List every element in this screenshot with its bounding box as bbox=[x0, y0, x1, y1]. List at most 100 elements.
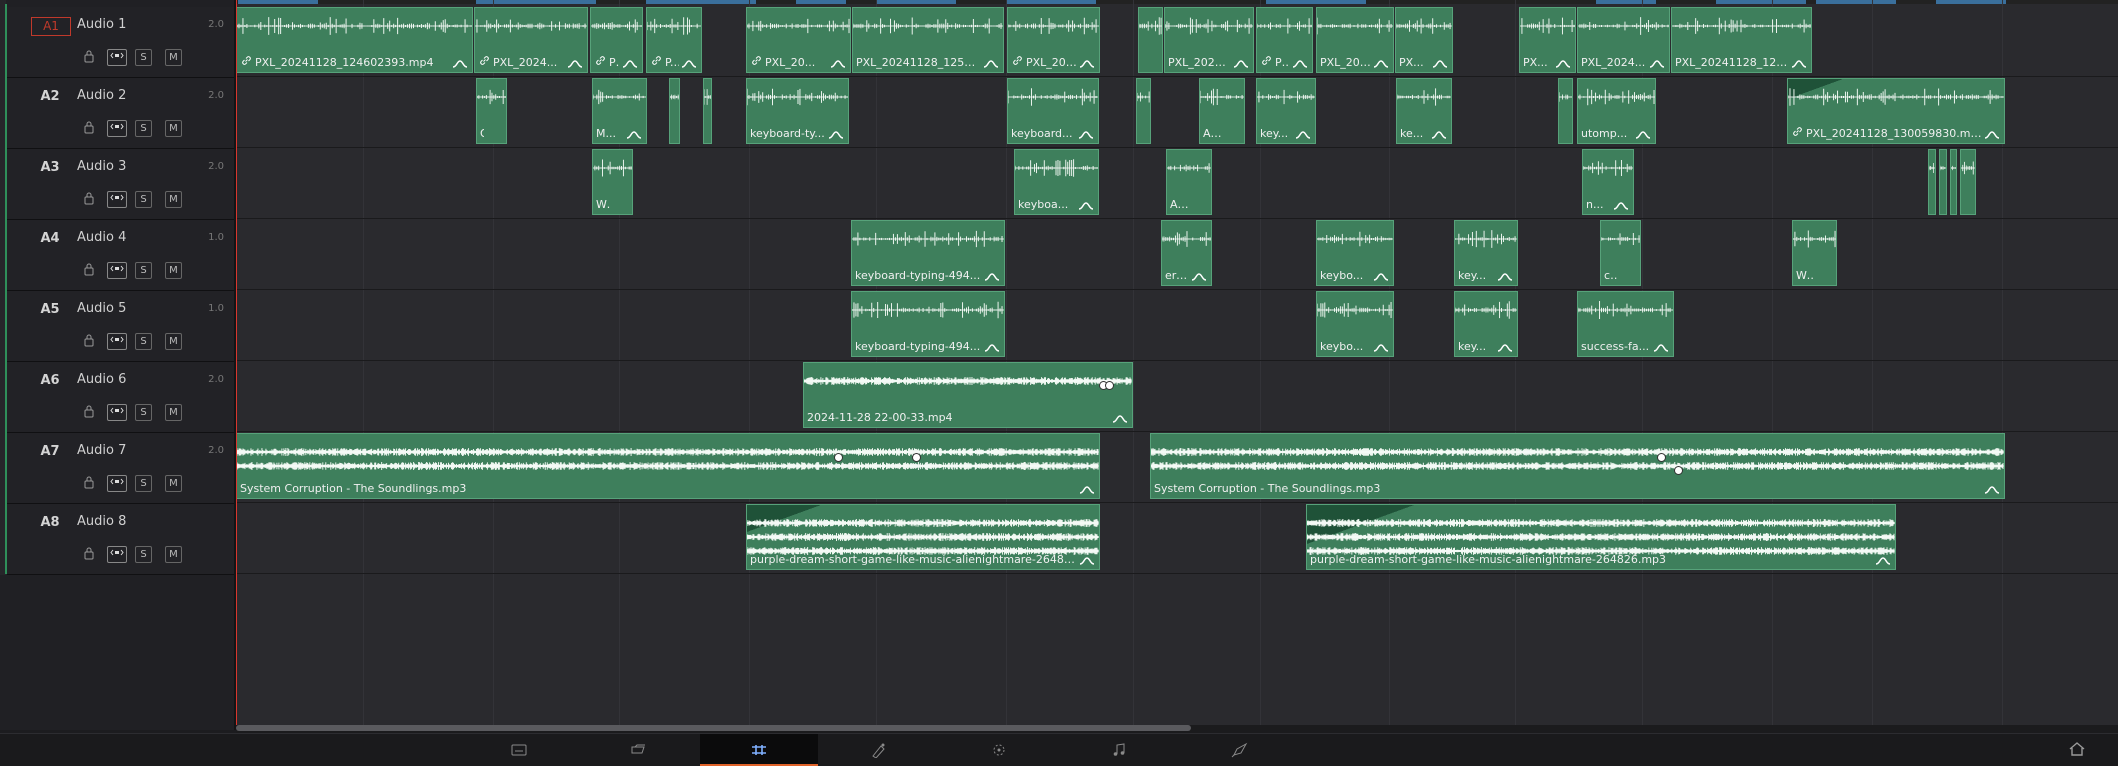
audio-clip[interactable]: PX... bbox=[1256, 7, 1313, 73]
deliver-page-tab[interactable] bbox=[1180, 734, 1298, 766]
lock-icon[interactable] bbox=[81, 262, 97, 279]
audio-clip[interactable]: utomp... bbox=[1577, 78, 1656, 144]
home-icon[interactable] bbox=[2068, 740, 2088, 760]
auto-track-select-icon[interactable] bbox=[107, 262, 127, 279]
volume-curve-icon[interactable] bbox=[983, 58, 999, 70]
horizontal-scrollbar-thumb[interactable] bbox=[236, 725, 1191, 731]
volume-curve-icon[interactable] bbox=[1078, 129, 1094, 141]
track-header-a3[interactable]: A3 Audio 3 2.0 S M bbox=[7, 149, 234, 220]
audio-clip[interactable]: n... bbox=[1582, 149, 1634, 215]
track-name[interactable]: Audio 2 bbox=[77, 88, 126, 103]
track-name[interactable]: Audio 8 bbox=[77, 514, 126, 529]
volume-curve-icon[interactable] bbox=[1078, 200, 1094, 212]
color-page-tab[interactable] bbox=[940, 734, 1058, 766]
audio-clip[interactable]: Alar... bbox=[1166, 149, 1212, 215]
volume-curve-icon[interactable] bbox=[1497, 342, 1513, 354]
auto-track-select-icon[interactable] bbox=[107, 191, 127, 208]
audio-clip[interactable]: PX... bbox=[1519, 7, 1576, 73]
volume-curve-icon[interactable] bbox=[1373, 58, 1389, 70]
audio-clip[interactable]: keyboard-ty... bbox=[746, 78, 849, 144]
track-id[interactable]: A3 bbox=[31, 159, 69, 176]
audio-clip[interactable]: PXL_2024... bbox=[1007, 7, 1100, 73]
audio-clip[interactable]: keybo... bbox=[1316, 291, 1394, 357]
track-header-a1[interactable]: A1 Audio 1 2.0 S M bbox=[7, 7, 234, 78]
audio-clip[interactable]: che... bbox=[1600, 220, 1641, 286]
track-name[interactable]: Audio 1 bbox=[77, 17, 126, 32]
volume-curve-icon[interactable] bbox=[1292, 58, 1308, 70]
audio-clip[interactable]: PXL_20... bbox=[746, 7, 851, 73]
volume-keyframe[interactable] bbox=[1105, 381, 1114, 390]
solo-button[interactable]: S bbox=[135, 404, 152, 421]
volume-curve-icon[interactable] bbox=[1295, 129, 1311, 141]
audio-clip[interactable]: PXL_2024... bbox=[474, 7, 588, 73]
audio-clip[interactable]: PXL_20241128... bbox=[1164, 7, 1254, 73]
volume-curve-icon[interactable] bbox=[1191, 271, 1207, 283]
audio-clip[interactable] bbox=[1950, 149, 1957, 215]
auto-track-select-icon[interactable] bbox=[107, 546, 127, 563]
track-name[interactable]: Audio 4 bbox=[77, 230, 126, 245]
volume-curve-icon[interactable] bbox=[1791, 58, 1807, 70]
cut-page-tab[interactable] bbox=[580, 734, 698, 766]
volume-curve-icon[interactable] bbox=[1079, 58, 1095, 70]
audio-clip[interactable]: PXL_20241128_130059830.mp4 bbox=[1787, 78, 2005, 144]
volume-curve-icon[interactable] bbox=[1497, 271, 1513, 283]
track-id[interactable]: A1 bbox=[31, 17, 71, 36]
audio-clip[interactable]: PX... bbox=[1395, 7, 1453, 73]
mute-button[interactable]: M bbox=[165, 546, 182, 563]
playhead[interactable] bbox=[236, 0, 237, 727]
track-name[interactable]: Audio 5 bbox=[77, 301, 126, 316]
audio-clip[interactable]: keyboard-typing-494... bbox=[851, 220, 1005, 286]
fairlight-page-tab[interactable] bbox=[1060, 734, 1178, 766]
mute-button[interactable]: M bbox=[165, 191, 182, 208]
auto-track-select-icon[interactable] bbox=[107, 120, 127, 137]
volume-curve-icon[interactable] bbox=[1613, 200, 1629, 212]
track-header-a5[interactable]: A5 Audio 5 1.0 S M bbox=[7, 291, 234, 362]
mute-button[interactable]: M bbox=[165, 120, 182, 137]
audio-clip[interactable]: key... bbox=[1256, 78, 1316, 144]
track-header-a7[interactable]: A7 Audio 7 2.0 S M bbox=[7, 433, 234, 504]
lock-icon[interactable] bbox=[81, 404, 97, 421]
timeline-area[interactable]: PXL_20241128_124602393.mp4 PXL_2024... PX.… bbox=[236, 0, 2118, 727]
track-name[interactable]: Audio 6 bbox=[77, 372, 126, 387]
audio-clip[interactable]: purple-dream-short-game-like-music-alien… bbox=[1306, 504, 1896, 570]
track-id[interactable]: A6 bbox=[31, 372, 69, 389]
volume-curve-icon[interactable] bbox=[1635, 129, 1651, 141]
audio-clip[interactable]: PXL_20241128_124602393.mp4 bbox=[236, 7, 473, 73]
audio-clip[interactable]: purple-dream-short-game-like-music-alien… bbox=[746, 504, 1100, 570]
audio-clip[interactable] bbox=[669, 78, 680, 144]
solo-button[interactable]: S bbox=[135, 475, 152, 492]
lock-icon[interactable] bbox=[81, 546, 97, 563]
audio-clip[interactable]: PX... bbox=[590, 7, 643, 73]
mute-button[interactable]: M bbox=[165, 404, 182, 421]
volume-curve-icon[interactable] bbox=[681, 58, 697, 70]
volume-curve-icon[interactable] bbox=[1432, 58, 1448, 70]
track-id[interactable]: A8 bbox=[31, 514, 69, 531]
volume-curve-icon[interactable] bbox=[567, 58, 583, 70]
lock-icon[interactable] bbox=[81, 333, 97, 350]
auto-track-select-icon[interactable] bbox=[107, 404, 127, 421]
volume-curve-icon[interactable] bbox=[1373, 271, 1389, 283]
solo-button[interactable]: S bbox=[135, 49, 152, 66]
audio-clip[interactable]: P... bbox=[646, 7, 702, 73]
track-id[interactable]: A7 bbox=[31, 443, 69, 460]
audio-clip[interactable]: System Corruption - The Soundlings.mp3 bbox=[1150, 433, 2005, 499]
volume-curve-icon[interactable] bbox=[828, 129, 844, 141]
solo-button[interactable]: S bbox=[135, 120, 152, 137]
audio-clip[interactable]: PXL_2024... bbox=[1577, 7, 1670, 73]
volume-curve-icon[interactable] bbox=[1233, 58, 1249, 70]
volume-curve-icon[interactable] bbox=[1079, 484, 1095, 496]
mute-button[interactable]: M bbox=[165, 333, 182, 350]
auto-track-select-icon[interactable] bbox=[107, 49, 127, 66]
track-id[interactable]: A4 bbox=[31, 230, 69, 247]
audio-clip[interactable]: key... bbox=[1454, 291, 1518, 357]
track-header-a6[interactable]: A6 Audio 6 2.0 S M bbox=[7, 362, 234, 433]
track-header-a8[interactable]: A8 Audio 8 SM bbox=[7, 504, 234, 575]
audio-clip[interactable]: Win... bbox=[592, 149, 633, 215]
audio-clip[interactable]: PXL_20241... bbox=[1316, 7, 1394, 73]
audio-clip[interactable]: ke... bbox=[1396, 78, 1452, 144]
audio-clip[interactable]: error-... bbox=[1161, 220, 1212, 286]
solo-button[interactable]: S bbox=[135, 262, 152, 279]
track-header-a4[interactable]: A4 Audio 4 1.0 S M bbox=[7, 220, 234, 291]
track-name[interactable]: Audio 7 bbox=[77, 443, 126, 458]
audio-clip[interactable]: System Corruption - The Soundlings.mp3 bbox=[236, 433, 1100, 499]
